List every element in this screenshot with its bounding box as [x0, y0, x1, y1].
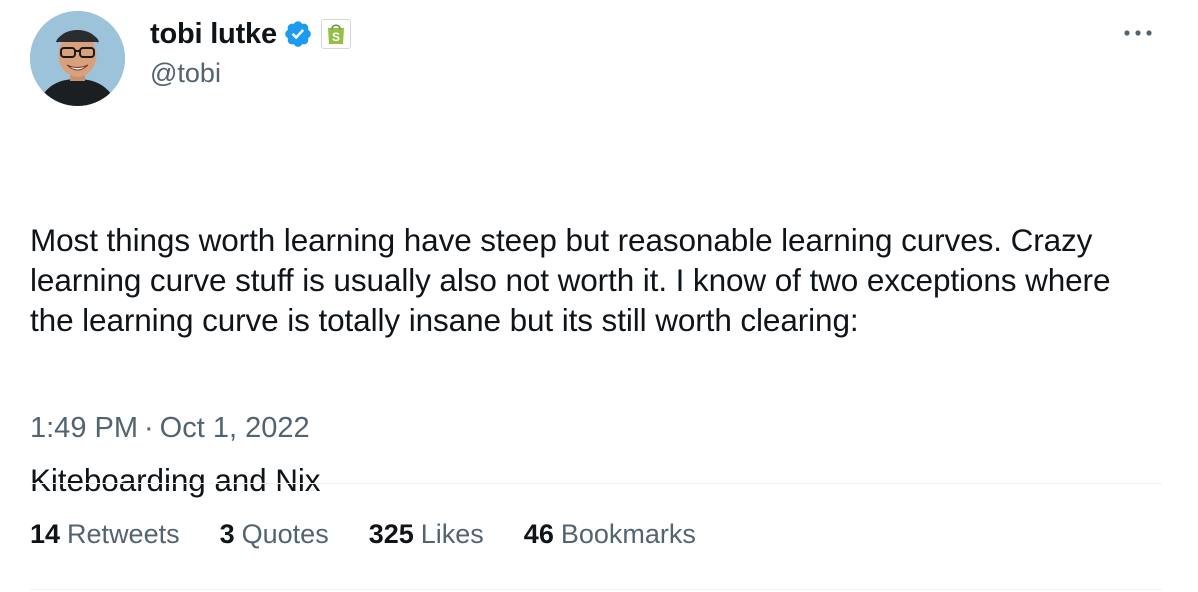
- shopify-bag-icon[interactable]: S: [320, 19, 351, 49]
- svg-text:S: S: [332, 30, 340, 44]
- avatar[interactable]: [30, 11, 125, 106]
- likes-stat[interactable]: 325 Likes: [369, 519, 484, 550]
- tweet-body: Most things worth learning have steep bu…: [30, 140, 1160, 580]
- more-horizontal-icon: [1124, 30, 1152, 36]
- tweet-paragraph: Kiteboarding and Nix: [30, 462, 321, 498]
- retweets-count: 14: [30, 519, 61, 549]
- retweets-stat[interactable]: 14 Retweets: [30, 519, 180, 550]
- likes-label: Likes: [420, 519, 484, 549]
- bookmarks-label: Bookmarks: [560, 519, 696, 549]
- retweets-label: Retweets: [67, 519, 180, 549]
- avatar-image: [30, 11, 125, 106]
- tweet-paragraph: Most things worth learning have steep bu…: [30, 222, 1120, 338]
- divider: [30, 483, 1162, 484]
- quotes-count: 3: [219, 519, 235, 549]
- tweet-date: Oct 1, 2022: [159, 412, 310, 444]
- author-name-row: tobi lutke S: [150, 16, 351, 52]
- verified-badge-icon[interactable]: [283, 19, 313, 49]
- quotes-label: Quotes: [241, 519, 329, 549]
- tweet-stats: 14 Retweets 3 Quotes 325 Likes 46 Bookma…: [30, 519, 736, 550]
- quotes-stat[interactable]: 3 Quotes: [220, 519, 329, 550]
- divider: [30, 589, 1162, 590]
- likes-count: 325: [368, 519, 414, 549]
- tweet-timestamp[interactable]: 1:49 PM · Oct 1, 2022: [30, 412, 310, 445]
- bookmarks-count: 46: [523, 519, 554, 549]
- more-options-button[interactable]: [1120, 18, 1156, 48]
- author-handle[interactable]: @tobi: [150, 58, 221, 89]
- tweet-time: 1:49 PM: [30, 412, 138, 444]
- author-display-name[interactable]: tobi lutke: [150, 18, 277, 51]
- tweet-card: tobi lutke S @tobi Most things worth lea…: [0, 0, 1198, 592]
- timestamp-separator: ·: [144, 412, 154, 444]
- bookmarks-stat[interactable]: 46 Bookmarks: [524, 519, 696, 550]
